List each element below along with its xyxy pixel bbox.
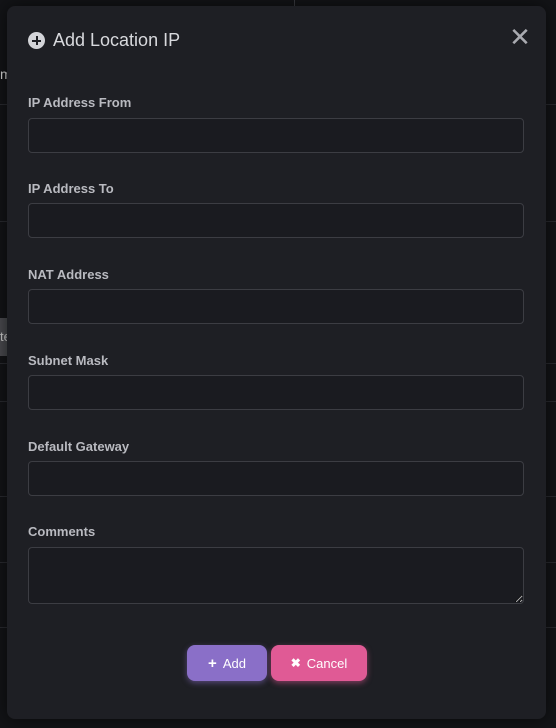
close-icon: ✖ [290,656,301,670]
nat-address-input[interactable] [28,289,524,324]
close-button[interactable]: ✕ [508,24,532,50]
plus-circle-icon [28,32,45,49]
comments-label: Comments [28,524,96,539]
dialog-title: Add Location IP [53,30,181,50]
cancel-button-label: Cancel [306,655,348,671]
nat-address-label: NAT Address [28,267,109,282]
ip-address-from-label: IP Address From [28,95,132,110]
default-gateway-input[interactable] [28,461,524,496]
comments-textarea[interactable] [28,547,524,604]
ip-address-to-label: IP Address To [28,181,114,196]
ip-address-from-input[interactable] [28,118,524,153]
add-button-label: Add [222,655,246,671]
dialog-header: Add Location IP ✕ [7,6,546,74]
cancel-button[interactable]: ✖ Cancel [271,645,367,681]
add-location-ip-dialog: Add Location IP ✕ IP Address From IP Add… [7,6,546,719]
default-gateway-label: Default Gateway [28,439,130,454]
subnet-mask-input[interactable] [28,375,524,410]
add-button[interactable]: + Add [187,645,267,681]
subnet-mask-label: Subnet Mask [28,353,109,368]
plus-icon: + [208,654,217,672]
ip-address-to-input[interactable] [28,203,524,238]
